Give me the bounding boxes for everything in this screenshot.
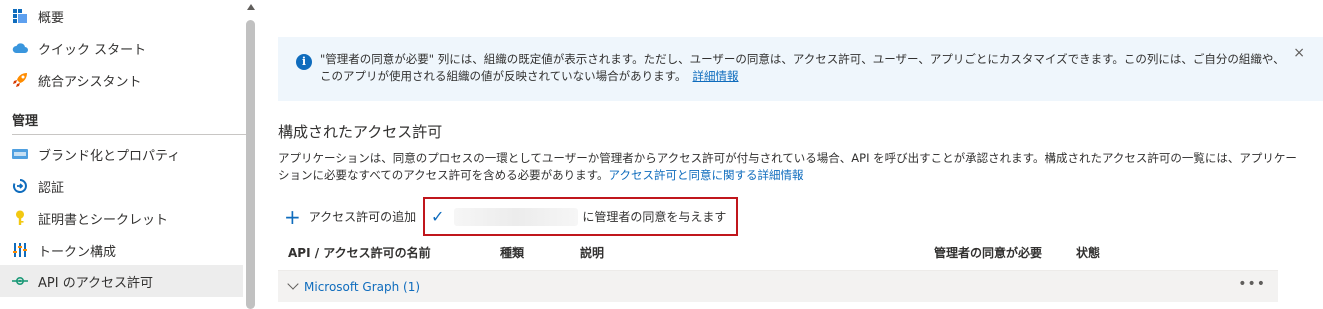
sidebar-item-api-permissions[interactable]: API のアクセス許可: [0, 265, 243, 297]
sidebar-item-label: API のアクセス許可: [38, 275, 154, 291]
learn-more-link[interactable]: 詳細情報: [693, 69, 739, 83]
scroll-thumb[interactable]: [246, 20, 255, 309]
column-header-status[interactable]: 状態: [1076, 244, 1100, 261]
api-permissions-icon: [12, 273, 28, 289]
info-banner-text: "管理者の同意が必要" 列には、組織の既定値が表示されます。ただし、ユーザーの同…: [320, 51, 1295, 85]
token-bars-icon: [12, 242, 28, 258]
sidebar-item-label: トークン構成: [38, 244, 117, 260]
sidebar-item-label: 概要: [38, 10, 65, 26]
column-header-admin-consent[interactable]: 管理者の同意が必要: [934, 244, 1042, 261]
sidebar-item-quickstart[interactable]: クイック スタート: [0, 32, 243, 64]
group-label-microsoft-graph[interactable]: Microsoft Graph (1): [304, 280, 420, 294]
checkmark-icon: ✓: [431, 207, 445, 226]
cloud-icon: [12, 40, 28, 56]
highlight-box: ✓ に管理者の同意を与えます: [423, 197, 738, 236]
sidebar-scrollbar[interactable]: [245, 0, 257, 309]
sidebar-item-label: ブランド化とプロパティ: [38, 148, 181, 164]
table-header: API / アクセス許可の名前 種類 説明 管理者の同意が必要 状態: [278, 244, 1278, 266]
section-divider: [12, 134, 252, 135]
command-bar: + アクセス許可の追加 ✓ に管理者の同意を与えます: [278, 197, 758, 236]
sidebar-item-label: 証明書とシークレット: [38, 212, 169, 228]
section-title-manage: 管理: [12, 114, 39, 129]
sidebar-item-certificates-secrets[interactable]: 証明書とシークレット: [0, 202, 243, 234]
page-title: 構成されたアクセス許可: [278, 123, 443, 141]
rocket-icon: [12, 72, 28, 88]
scroll-up-arrow-icon[interactable]: [247, 4, 255, 10]
close-icon[interactable]: ×: [1293, 45, 1305, 61]
chevron-down-icon[interactable]: [287, 278, 299, 290]
column-header-type[interactable]: 種類: [500, 244, 524, 261]
section-description: アプリケーションは、同意のプロセスの一環としてユーザーか管理者からアクセス許可が…: [278, 150, 1298, 184]
sidebar-item-label: 認証: [38, 180, 65, 196]
grant-admin-consent-button[interactable]: ✓ に管理者の同意を与えます: [431, 207, 726, 226]
sidebar-item-branding[interactable]: ブランド化とプロパティ: [0, 138, 243, 170]
info-banner: i "管理者の同意が必要" 列には、組織の既定値が表示されます。ただし、ユーザー…: [278, 37, 1323, 101]
info-icon: i: [296, 54, 312, 70]
sidebar-item-integration-assistant[interactable]: 統合アシスタント: [0, 64, 243, 96]
sidebar-item-overview[interactable]: 概要: [0, 0, 243, 32]
column-header-description[interactable]: 説明: [580, 244, 604, 261]
column-header-api-name[interactable]: API / アクセス許可の名前: [288, 244, 431, 261]
key-icon: [12, 210, 28, 226]
grant-admin-consent-label: に管理者の同意を与えます: [582, 210, 727, 224]
sidebar-item-label: 統合アシスタント: [38, 74, 142, 90]
branding-icon: [12, 146, 28, 162]
sidebar: 概要 クイック スタート 統合アシスタント 管理 ブランド化とプロパティ 認証 …: [0, 0, 258, 309]
overview-grid-icon: [12, 8, 28, 24]
permissions-consent-link[interactable]: アクセス許可と同意に関する詳細情報: [609, 168, 804, 182]
more-options-icon[interactable]: •••: [1238, 276, 1266, 292]
add-permission-button[interactable]: + アクセス許可の追加: [284, 204, 417, 229]
add-permission-label: アクセス許可の追加: [308, 210, 417, 224]
sidebar-item-token-configuration[interactable]: トークン構成: [0, 234, 243, 266]
sidebar-item-label: クイック スタート: [38, 42, 147, 58]
sidebar-item-authentication[interactable]: 認証: [0, 170, 243, 202]
plus-icon: +: [284, 204, 301, 229]
table-group-row[interactable]: Microsoft Graph (1) •••: [278, 270, 1278, 302]
authentication-icon: [12, 178, 28, 194]
redacted-tenant-name: [454, 207, 579, 226]
info-banner-message: "管理者の同意が必要" 列には、組織の既定値が表示されます。ただし、ユーザーの同…: [320, 52, 1285, 83]
